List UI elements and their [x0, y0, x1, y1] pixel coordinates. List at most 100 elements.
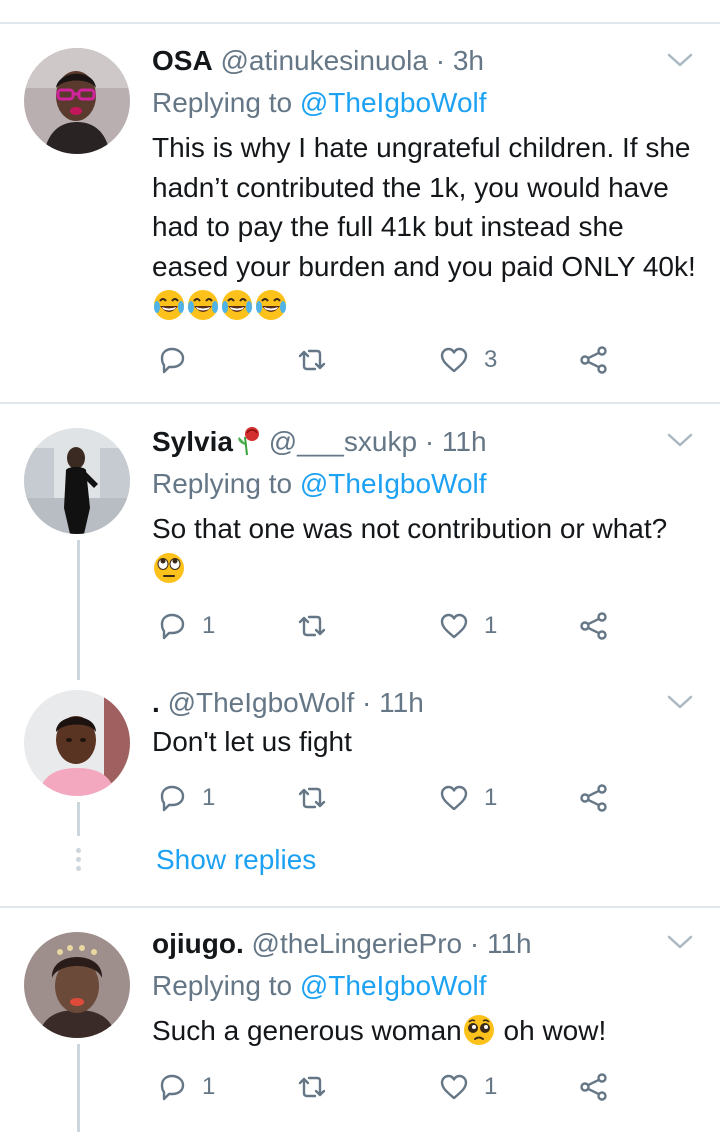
share-button[interactable] — [578, 778, 610, 818]
tweet-text: Don't let us fight — [152, 722, 704, 762]
avatar-image — [24, 690, 130, 796]
tweet-header: Sylvia @___sxukp · 11h — [152, 425, 487, 459]
top-divider — [0, 22, 720, 24]
tweet-text: Such a generous woman oh wow! — [152, 1011, 704, 1051]
timestamp[interactable]: 11h — [379, 687, 424, 718]
retweet-icon — [298, 787, 326, 809]
reply-count: 1 — [202, 1073, 216, 1100]
heart-icon — [440, 785, 468, 811]
reply-icon — [160, 1074, 185, 1101]
share-button[interactable] — [578, 1067, 610, 1107]
tweet-text-content: This is why I hate ungrateful children. … — [152, 132, 696, 282]
avatar-image — [24, 932, 130, 1038]
tears-of-joy-emoji — [186, 288, 220, 322]
tweet-header: . @TheIgboWolf · 11h — [152, 686, 424, 720]
user-handle[interactable]: @atinukesinuola — [220, 45, 427, 76]
separator: · — [362, 687, 372, 718]
replying-label: Replying to — [152, 970, 293, 1001]
tweet-text: This is why I hate ungrateful children. … — [152, 128, 704, 326]
avatar-image — [24, 48, 130, 154]
thread-line — [77, 540, 80, 680]
replying-to: Replying to @TheIgboWolf — [152, 467, 487, 501]
retweet-icon — [298, 615, 326, 637]
separator: · — [469, 928, 480, 959]
like-count: 3 — [484, 346, 498, 373]
tweet-actions: 1 1 — [156, 606, 616, 646]
tweet-text: So that one was not contribution or what… — [152, 509, 704, 588]
avatar[interactable] — [24, 48, 130, 154]
rolling-eyes-emoji — [152, 551, 186, 585]
display-name[interactable]: ojiugo. — [152, 928, 244, 959]
thread-line — [77, 1044, 80, 1132]
tweet-actions: 3 — [156, 340, 616, 380]
show-replies-link[interactable]: Show replies — [156, 844, 316, 876]
like-button[interactable]: 1 — [438, 1067, 497, 1107]
like-button[interactable]: 1 — [438, 606, 497, 646]
like-count: 1 — [484, 784, 498, 811]
separator: · — [424, 426, 435, 457]
chevron-down-icon[interactable] — [666, 430, 694, 450]
avatar-image — [24, 428, 130, 534]
retweet-icon — [298, 349, 326, 371]
mention-link[interactable]: @TheIgboWolf — [300, 970, 487, 1001]
pleading-face-emoji — [462, 1013, 496, 1047]
share-icon — [580, 784, 607, 812]
reply-icon — [160, 613, 185, 640]
tweet-text-content: So that one was not contribution or what… — [152, 513, 668, 544]
replying-to: Replying to @TheIgboWolf — [152, 969, 487, 1003]
reply-icon — [160, 347, 185, 374]
heart-icon — [440, 347, 468, 373]
replying-to: Replying to @TheIgboWolf — [152, 86, 487, 120]
user-handle[interactable]: @TheIgboWolf — [168, 687, 355, 718]
retweet-button[interactable] — [296, 340, 342, 380]
retweet-button[interactable] — [296, 1067, 342, 1107]
display-name[interactable]: OSA — [152, 45, 213, 76]
heart-icon — [440, 613, 468, 639]
tweet-divider — [0, 402, 720, 404]
chevron-down-icon[interactable] — [666, 50, 694, 70]
display-name[interactable]: . — [152, 687, 160, 718]
timestamp[interactable]: 11h — [442, 426, 487, 457]
tears-of-joy-emoji — [254, 288, 288, 322]
tweet-text-after-emoji: oh wow! — [495, 1015, 607, 1046]
like-button[interactable]: 3 — [438, 340, 497, 380]
avatar[interactable] — [24, 690, 130, 796]
share-button[interactable] — [578, 340, 610, 380]
tweet-actions: 1 1 — [156, 1067, 616, 1107]
share-button[interactable] — [578, 606, 610, 646]
chevron-down-icon[interactable] — [666, 692, 694, 712]
reply-count: 1 — [202, 612, 216, 639]
share-icon — [580, 346, 607, 374]
tweet-text-before-emoji: Such a generous woman — [152, 1015, 462, 1046]
timestamp[interactable]: 11h — [487, 928, 532, 959]
tears-of-joy-emoji — [220, 288, 254, 322]
mention-link[interactable]: @TheIgboWolf — [300, 468, 487, 499]
retweet-button[interactable] — [296, 778, 342, 818]
retweet-button[interactable] — [296, 606, 342, 646]
mention-link[interactable]: @TheIgboWolf — [300, 87, 487, 118]
user-handle[interactable]: @theLingeriePro — [252, 928, 463, 959]
avatar[interactable] — [24, 932, 130, 1038]
avatar[interactable] — [24, 428, 130, 534]
like-count: 1 — [484, 1073, 498, 1100]
reply-button[interactable]: 1 — [156, 778, 215, 818]
replying-label: Replying to — [152, 87, 293, 118]
replying-label: Replying to — [152, 468, 293, 499]
reply-button[interactable]: 1 — [156, 606, 215, 646]
share-icon — [580, 612, 607, 640]
tears-of-joy-emoji — [152, 288, 186, 322]
user-handle[interactable]: @___sxukp — [269, 426, 417, 457]
reply-icon — [160, 785, 185, 812]
like-count: 1 — [484, 612, 498, 639]
heart-icon — [440, 1074, 468, 1100]
tweet-header: OSA @atinukesinuola · 3h — [152, 44, 484, 78]
thread-dots — [75, 848, 82, 871]
share-icon — [580, 1073, 607, 1101]
timestamp[interactable]: 3h — [453, 45, 484, 76]
reply-button[interactable] — [156, 340, 202, 380]
display-name[interactable]: Sylvia — [152, 426, 233, 457]
like-button[interactable]: 1 — [438, 778, 497, 818]
reply-button[interactable]: 1 — [156, 1067, 215, 1107]
chevron-down-icon[interactable] — [666, 932, 694, 952]
tweet-text-content: Don't let us fight — [152, 726, 352, 757]
